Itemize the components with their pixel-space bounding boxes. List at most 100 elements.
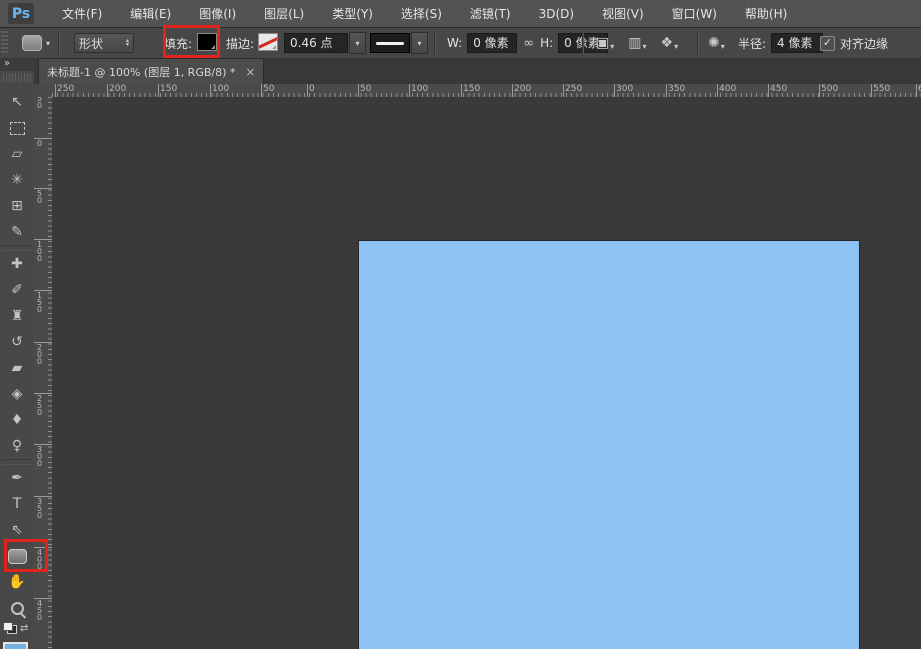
lasso-tool[interactable]: ▱ [0,141,34,167]
eraser-tool[interactable]: ▰ [0,355,34,381]
height-label: H: [540,36,554,50]
h-ruler-label: 50 [357,84,372,97]
tools-panel: » ↖ ▱ ✳ ⊞ ✎ ✚ ✐ ♜ ↺ ▰ ◈ ♦ ♀ ✒ T ⇖ ✋ ⇄ [0,58,35,649]
path-operations-button[interactable]: ▣ ▾ [596,35,614,51]
hand-tool-icon: ✋ [8,574,26,590]
stroke-type-dropdown[interactable]: ▾ [411,32,428,54]
eyedropper-tool[interactable]: ✎ [0,219,34,245]
eraser-tool-icon: ▰ [11,360,23,376]
menu-item-select[interactable]: 选择(S) [387,1,456,27]
default-colors-icon[interactable] [3,622,17,634]
v-ruler-label: 350 [34,496,52,520]
clone-stamp-tool[interactable]: ♜ [0,303,34,329]
path-arrangement-icon: ❖ [660,35,674,51]
h-ruler-label: 400 [716,84,737,97]
crop-tool[interactable]: ⊞ [0,193,34,219]
photoshop-window: Ps 文件(F) 编辑(E) 图像(I) 图层(L) 类型(Y) 选择(S) 滤镜(T) 3D… [0,0,921,649]
eyedropper-tool-icon: ✎ [11,224,23,240]
lasso-tool-icon: ▱ [11,146,23,162]
rounded-rectangle-tool[interactable] [0,543,34,569]
clone-stamp-tool-icon: ♜ [10,308,24,324]
menu-item-type[interactable]: 类型(Y) [318,1,387,27]
h-ruler-label: 250 [562,84,583,97]
fill-color-swatch[interactable] [197,33,217,51]
align-edges-checkbox[interactable]: ✓ [820,35,835,51]
separator [582,31,584,55]
path-arrangement-button[interactable]: ❖ ▾ [661,35,679,51]
link-dimensions-icon[interactable]: ∞ [523,36,534,51]
menu-item-help[interactable]: 帮助(H) [731,1,801,27]
dodge-tool[interactable]: ♀ [0,433,34,459]
paint-bucket-tool[interactable]: ◈ [0,381,34,407]
rectangular-marquee-tool-icon [9,121,25,135]
menu-item-layer[interactable]: 图层(L) [250,1,318,27]
document-canvas[interactable] [359,241,859,649]
tool-mode-select[interactable]: 形状 ▴ ▾ [74,33,134,53]
stroke-color-swatch[interactable] [258,33,278,51]
h-ruler-label: 550 [870,84,891,97]
quick-selection-tool-icon: ✳ [11,172,23,188]
h-ruler-label: 200 [511,84,532,97]
color-controls: ⇄ [0,618,34,649]
menu-bar: Ps 文件(F) 编辑(E) 图像(I) 图层(L) 类型(Y) 选择(S) 滤镜(T) 3D… [0,0,921,28]
collapse-panel-button[interactable]: » [0,58,34,71]
tool-options-bar: ▾ 形状 ▴ ▾ 填充: 描边: 0.46 点 ▾ ▾ W: 0 像素 ∞ H:… [0,28,921,59]
move-tool[interactable]: ↖ [0,89,34,115]
tool-preset-picker[interactable]: ▾ [22,28,50,58]
h-ruler-label: 150 [157,84,178,97]
type-tool[interactable]: T [0,491,34,517]
swap-colors-icon[interactable]: ⇄ [20,623,28,634]
panel-grip[interactable] [3,73,31,82]
quick-selection-tool[interactable]: ✳ [0,167,34,193]
menu-item-filter[interactable]: 滤镜(T) [456,1,525,27]
history-brush-tool[interactable]: ↺ [0,329,34,355]
stroke-width-input[interactable]: 0.46 点 [284,33,348,53]
stroke-width-dropdown[interactable]: ▾ [349,32,366,54]
brush-tool-icon: ✐ [11,282,23,298]
h-ruler-label: 0 [307,84,315,97]
align-edges-label: 对齐边缘 [840,36,889,51]
spinner-arrows-icon: ▴ ▾ [125,37,129,48]
ruler-corner[interactable] [34,84,53,98]
path-selection-tool[interactable]: ⇖ [0,517,34,543]
brush-tool[interactable]: ✐ [0,277,34,303]
zoom-tool-icon [10,601,24,615]
v-ruler-label: 400 [34,547,52,571]
menu-item-file[interactable]: 文件(F) [48,1,116,27]
menu-item-view[interactable]: 视图(V) [588,1,658,27]
solid-line-icon [370,33,410,53]
path-alignment-icon: ▥ [628,35,642,51]
radius-input[interactable]: 4 像素 [771,33,824,53]
geometry-options-button[interactable]: ✺ ▾ [708,28,725,58]
h-ruler-label: 150 [460,84,481,97]
h-ruler-label: 100 [209,84,230,97]
v-ruler-label: 250 [34,393,52,417]
menu-item-image[interactable]: 图像(I) [185,1,250,27]
close-icon[interactable]: × [245,65,255,79]
blur-tool[interactable]: ♦ [0,407,34,433]
menu-item-window[interactable]: 窗口(W) [658,1,731,27]
move-tool-icon: ↖ [11,94,23,110]
chevron-down-icon: ▾ [610,42,615,51]
radius-group: 半径: 4 像素 [738,28,824,58]
rectangular-marquee-tool[interactable] [0,115,34,141]
document-tab[interactable]: 未标题-1 @ 100% (图层 1, RGB/8) * × [38,58,265,84]
hand-tool[interactable]: ✋ [0,569,34,595]
gear-icon: ✺ [708,35,720,51]
path-alignment-button[interactable]: ▥ ▾ [628,35,646,51]
spot-healing-brush-tool[interactable]: ✚ [0,251,34,277]
menu-item-edit[interactable]: 编辑(E) [116,1,185,27]
menu-item-3d[interactable]: 3D(D) [525,1,588,27]
pen-tool[interactable]: ✒ [0,465,34,491]
canvas-workspace[interactable] [52,97,921,649]
foreground-color-swatch[interactable] [3,642,28,649]
width-input[interactable]: 0 像素 [467,33,518,53]
v-ruler-label: 450 [34,598,52,622]
blur-tool-icon: ♦ [10,412,24,428]
vertical-ruler[interactable]: 50 0 50 100 150 200 250 300 350 400 450 [34,97,53,649]
document-tab-bar: 未标题-1 @ 100% (图层 1, RGB/8) * × [34,58,921,85]
stroke-type-picker[interactable]: ▾ [370,32,428,54]
h-ruler-label: 350 [665,84,686,97]
horizontal-ruler[interactable]: 250 200 150 100 50 0 50 100 150 200 250 300 350 400 45… [52,84,921,98]
v-ruler-label: 100 [34,239,52,263]
